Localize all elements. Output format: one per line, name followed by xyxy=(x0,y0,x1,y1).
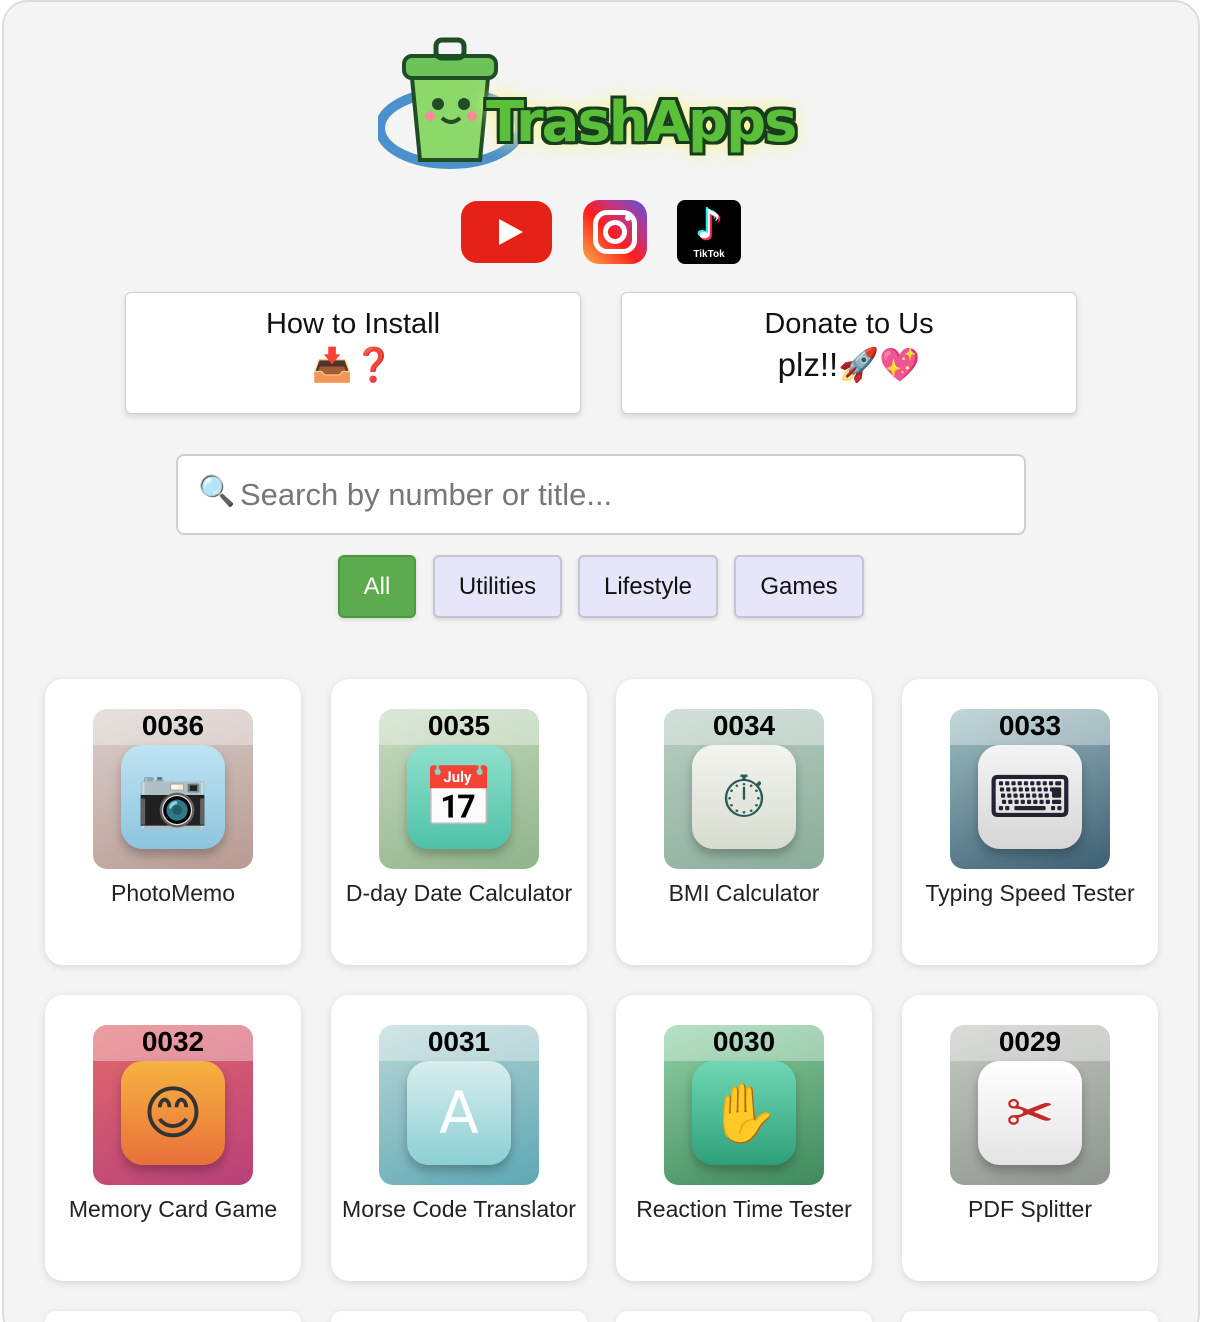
app-card[interactable]: 😊 0032 Memory Card Game xyxy=(45,995,301,1281)
calendar-icon: 📅 xyxy=(407,745,511,849)
donate-button[interactable]: Donate to Us plz!!🚀💖 xyxy=(621,292,1077,414)
instagram-icon[interactable] xyxy=(583,200,647,264)
donate-subtext: plz!!🚀💖 xyxy=(777,346,921,383)
app-number: 0032 xyxy=(141,1026,205,1057)
app-number: 0031 xyxy=(427,1026,491,1057)
app-card[interactable]: ✋ 0030 Reaction Time Tester xyxy=(616,995,872,1281)
camera-icon: 📷 xyxy=(121,745,225,849)
app-number: 0030 xyxy=(712,1026,776,1057)
install-emoji: 📥❓ xyxy=(311,346,395,383)
hand-tap-icon: ✋ xyxy=(692,1061,796,1165)
filter-utilities[interactable]: Utilities xyxy=(433,555,562,618)
app-title: PDF Splitter xyxy=(968,1196,1092,1222)
app-card[interactable]: A 0031 Morse Code Translator xyxy=(331,995,587,1281)
youtube-icon[interactable] xyxy=(461,201,552,263)
filter-games[interactable]: Games xyxy=(734,555,864,618)
app-title: BMI Calculator xyxy=(668,880,820,906)
pdf-scissors-icon: ✂ xyxy=(978,1061,1082,1165)
keyboard-icon: ⌨ xyxy=(978,745,1082,849)
app-card[interactable]: 📷 0036 PhotoMemo xyxy=(45,679,301,965)
app-card[interactable]: ⌨ 0033 Typing Speed Tester xyxy=(902,679,1158,965)
app-card[interactable] xyxy=(616,1311,872,1322)
play-icon xyxy=(499,219,523,245)
trashapps-logo[interactable]: TrashApps xyxy=(375,28,826,188)
emoji-grid-icon: 😊 xyxy=(121,1061,225,1165)
app-card[interactable]: ⏱ 0034 BMI Calculator xyxy=(616,679,872,965)
instagram-lens xyxy=(603,220,627,244)
app-title: D-day Date Calculator xyxy=(345,880,573,906)
app-title: PhotoMemo xyxy=(110,880,235,906)
how-to-install-button[interactable]: How to Install 📥❓ xyxy=(125,292,581,414)
app-number: 0035 xyxy=(427,710,491,741)
app-card[interactable] xyxy=(331,1311,587,1322)
scale-gauge-icon: ⏱ xyxy=(692,745,796,849)
app-number: 0033 xyxy=(998,710,1062,741)
instagram-dot xyxy=(625,215,631,221)
search-input[interactable] xyxy=(240,466,1010,524)
app-card[interactable] xyxy=(902,1311,1158,1322)
letter-a-icon: A xyxy=(407,1061,511,1165)
filter-all[interactable]: All xyxy=(338,555,416,618)
tiktok-icon[interactable]: ♪ TikTok xyxy=(677,200,741,264)
app-card[interactable]: 📅 0035 D-day Date Calculator xyxy=(331,679,587,965)
app-card[interactable] xyxy=(45,1311,301,1322)
search-icon: 🔍 xyxy=(198,474,236,509)
app-title: Typing Speed Tester xyxy=(925,880,1135,906)
music-note-icon: ♪ xyxy=(696,202,722,248)
app-card[interactable]: ✂ 0029 PDF Splitter xyxy=(902,995,1158,1281)
search-box[interactable]: 🔍 xyxy=(176,454,1026,535)
tiktok-label: TikTok xyxy=(693,249,725,260)
app-number: 0029 xyxy=(998,1026,1062,1057)
filter-lifestyle[interactable]: Lifestyle xyxy=(578,555,718,618)
app-number: 0036 xyxy=(141,710,205,741)
install-label: How to Install xyxy=(265,308,441,340)
app-title: Memory Card Game xyxy=(68,1196,278,1222)
logo-text: TrashApps xyxy=(486,90,797,155)
app-title: Morse Code Translator xyxy=(342,1196,576,1222)
app-number: 0034 xyxy=(712,710,776,741)
donate-label: Donate to Us xyxy=(764,308,934,340)
app-title: Reaction Time Tester xyxy=(636,1196,852,1222)
